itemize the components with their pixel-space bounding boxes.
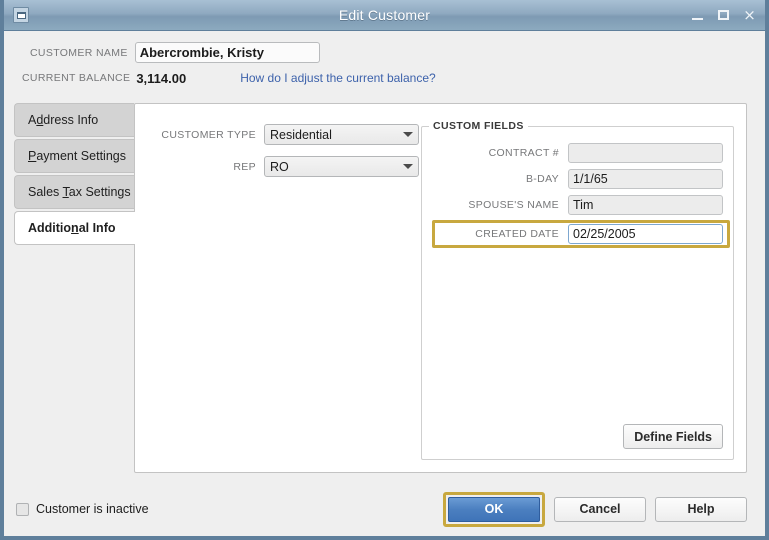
tab-payment-settings[interactable]: Payment Settings [14, 139, 134, 173]
customer-type-value: Residential [270, 127, 332, 142]
tab-sales-tax-settings[interactable]: Sales Tax Settings [14, 175, 134, 209]
customer-name-label: CUSTOMER NAME [30, 46, 128, 59]
tab-label: Sales Tax Settings [28, 185, 131, 199]
custom-fields-title: CUSTOM FIELDS [429, 120, 528, 132]
chevron-down-icon [398, 164, 418, 169]
minimize-icon[interactable] [690, 8, 705, 23]
custom-field-row-focused: CREATED DATE [432, 220, 730, 248]
customer-type-row: CUSTOMER TYPE Residential [159, 124, 419, 145]
contract-number-input[interactable] [568, 143, 723, 163]
tab-label: Additional Info [28, 221, 116, 235]
current-balance-value: 3,114.00 [136, 70, 187, 86]
right-form-column: CUSTOM FIELDS CONTRACT # B-DAY SPOUSE'S … [419, 118, 734, 460]
ok-button[interactable]: OK [448, 496, 540, 522]
rep-row: REP RO [159, 156, 419, 177]
tab-additional-info[interactable]: Additional Info [14, 211, 135, 245]
customer-name-row: CUSTOMER NAME [4, 40, 765, 65]
custom-fields-footer: Define Fields [432, 418, 723, 449]
custom-field-row: B-DAY [432, 167, 723, 191]
spouses-name-input[interactable] [568, 195, 723, 215]
close-icon[interactable]: × [742, 7, 757, 23]
help-button[interactable]: Help [655, 496, 747, 522]
customer-type-label: CUSTOMER TYPE [161, 128, 256, 141]
customer-inactive-label: Customer is inactive [36, 502, 149, 516]
tab-strip: Address Info Payment Settings Sales Tax … [14, 98, 135, 482]
customer-name-input[interactable] [134, 42, 320, 63]
rep-label: REP [233, 160, 256, 173]
tab-label: Payment Settings [28, 149, 126, 163]
current-balance-row: CURRENT BALANCE 3,114.00 How do I adjust… [4, 65, 765, 91]
dialog-footer: Customer is inactive OK Cancel Help [4, 482, 765, 536]
ok-button-focus-ring: OK [443, 491, 545, 527]
custom-fields-group: CUSTOM FIELDS CONTRACT # B-DAY SPOUSE'S … [421, 120, 734, 460]
window-titlebar: Edit Customer × [4, 0, 765, 31]
window-title: Edit Customer [338, 7, 431, 23]
footer-actions: OK Cancel Help [443, 491, 747, 527]
rep-dropdown[interactable]: RO [264, 156, 419, 177]
checkbox-box-icon [16, 502, 29, 516]
created-date-input[interactable] [568, 224, 723, 244]
chevron-down-icon [398, 132, 418, 137]
customer-type-dropdown[interactable]: Residential [264, 124, 419, 145]
b-day-input[interactable] [568, 169, 723, 189]
adjust-balance-link[interactable]: How do I adjust the current balance? [240, 71, 435, 85]
customer-header: CUSTOMER NAME CURRENT BALANCE 3,114.00 H… [4, 31, 765, 98]
custom-field-row: SPOUSE'S NAME [432, 193, 723, 217]
tab-address-info[interactable]: Address Info [14, 103, 134, 137]
maximize-icon[interactable] [716, 8, 731, 23]
dialog-body: Address Info Payment Settings Sales Tax … [4, 98, 765, 482]
current-balance-label: CURRENT BALANCE [22, 72, 131, 84]
created-date-label: CREATED DATE [475, 228, 559, 240]
customer-inactive-checkbox[interactable]: Customer is inactive [16, 502, 149, 516]
edit-customer-window: Edit Customer × CUSTOMER NAME CURRENT BA… [0, 0, 769, 540]
rep-value: RO [270, 159, 289, 174]
b-day-label: B-DAY [525, 173, 559, 185]
contract-number-label: CONTRACT # [488, 147, 559, 159]
define-fields-button[interactable]: Define Fields [623, 424, 723, 449]
window-controls: × [690, 0, 757, 30]
tab-label: Address Info [28, 113, 99, 127]
window-restore-icon[interactable] [13, 7, 29, 23]
custom-field-row: CONTRACT # [432, 141, 723, 165]
cancel-button[interactable]: Cancel [554, 496, 646, 522]
spouses-name-label: SPOUSE'S NAME [468, 199, 559, 211]
left-form-column: CUSTOMER TYPE Residential REP RO [147, 118, 419, 460]
additional-info-panel: CUSTOMER TYPE Residential REP RO CUSTOM … [134, 103, 747, 473]
